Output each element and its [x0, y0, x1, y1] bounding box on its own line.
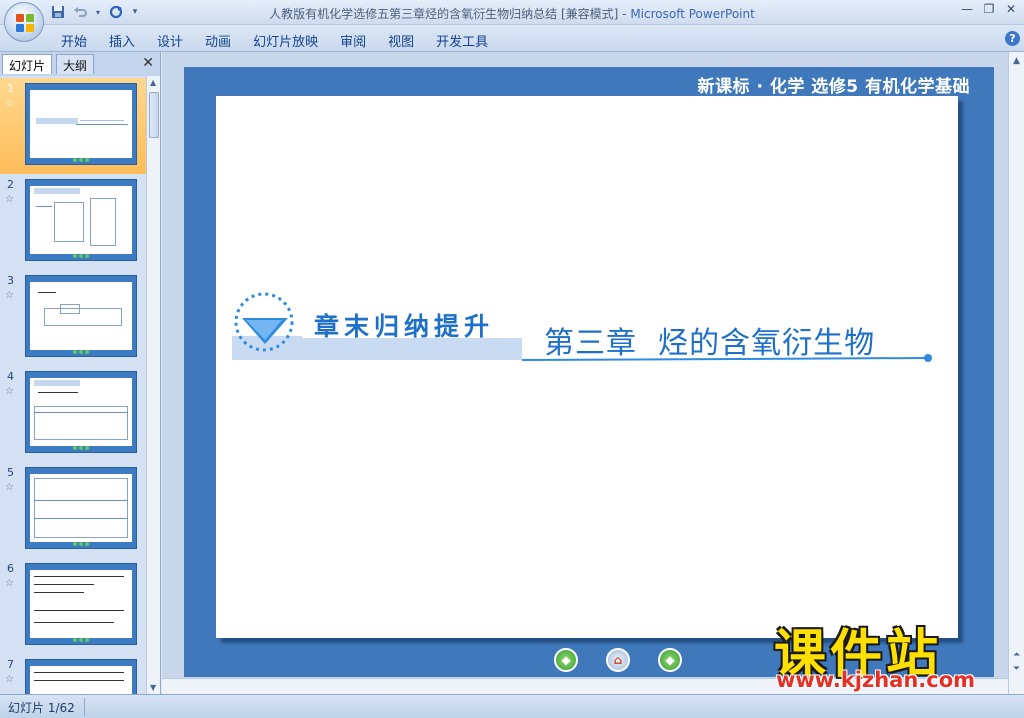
title-separator: -	[618, 7, 631, 21]
slide-preview	[25, 659, 137, 694]
close-pane-icon[interactable]: ✕	[142, 55, 154, 71]
title-bar: ▾ ▾ 人教版有机化学选修五第三章烃的含氧衍生物归纳总结 [兼容模式] - Mi…	[0, 0, 1024, 25]
scroll-up-icon[interactable]: ▲	[1013, 56, 1020, 66]
tab-design[interactable]: 设计	[146, 29, 194, 52]
slide-number: 6	[7, 562, 14, 575]
slide-number: 2	[7, 178, 14, 191]
office-button[interactable]	[4, 2, 44, 42]
slide-preview	[25, 83, 137, 165]
slide-thumbnail-3[interactable]: 3 ☆	[0, 270, 146, 366]
powerpoint-window: ▾ ▾ 人教版有机化学选修五第三章烃的含氧衍生物归纳总结 [兼容模式] - Mi…	[0, 0, 1024, 718]
tab-insert[interactable]: 插入	[98, 29, 146, 52]
slide-thumbnail-7[interactable]: 7 ☆	[0, 654, 146, 694]
tab-slides[interactable]: 幻灯片	[2, 54, 53, 74]
office-logo-icon	[16, 14, 34, 32]
slide-preview	[25, 563, 137, 645]
scroll-down-icon[interactable]: ▼	[150, 683, 156, 692]
restore-icon[interactable]: ❐	[982, 2, 996, 16]
watermark-url: www.kjzhan.com	[776, 668, 976, 692]
close-icon[interactable]: ✕	[1004, 2, 1018, 16]
next-icon[interactable]: ◆	[658, 648, 682, 672]
tab-view[interactable]: 视图	[377, 29, 425, 52]
scroll-up-icon[interactable]: ▲	[150, 78, 156, 87]
ribbon-tabs: 开始 插入 设计 动画 幻灯片放映 审阅 视图 开发工具	[50, 29, 499, 52]
slide-canvas: 章末归纳提升 第三章 烃的含氧衍生物	[216, 96, 958, 638]
window-title: 人教版有机化学选修五第三章烃的含氧衍生物归纳总结 [兼容模式] - Micros…	[0, 5, 1024, 22]
chapter-title: 第三章 烃的含氧衍生物	[544, 326, 876, 361]
pane-tabs: 幻灯片 大纲 ✕	[2, 54, 158, 74]
scroll-thumb[interactable]	[149, 92, 159, 138]
home-icon[interactable]: ⌂	[606, 648, 630, 672]
slide-number: 1	[7, 82, 14, 95]
editor-vertical-scrollbar[interactable]: ▲ ⏶ ⏷	[1008, 52, 1024, 694]
slide-number: 3	[7, 274, 14, 287]
tab-outline[interactable]: 大纲	[56, 54, 95, 74]
slide-number: 4	[7, 370, 14, 383]
slides-pane: 幻灯片 大纲 ✕ 1 ☆ 2 ☆ 3 ☆ 4 ☆ 5 ☆ 6 ☆ 7 ☆ ▲ ▼	[0, 52, 161, 694]
slide-thumbnail-2[interactable]: 2 ☆	[0, 174, 146, 270]
document-title: 人教版有机化学选修五第三章烃的含氧衍生物归纳总结 [兼容模式]	[269, 7, 619, 21]
slide-editor: 新课标 · 化学 选修5 有机化学基础 章末归纳提升 第三章 烃的含氧衍生物 ◆…	[162, 52, 1008, 694]
previous-slide-icon[interactable]: ⏶	[1013, 650, 1020, 660]
slide-header: 新课标 · 化学 选修5 有机化学基础	[697, 77, 970, 97]
slide-thumbnail-6[interactable]: 6 ☆	[0, 558, 146, 654]
ribbon-tab-bar: 开始 插入 设计 动画 幻灯片放映 审阅 视图 开发工具 ?	[0, 25, 1024, 52]
help-icon[interactable]: ?	[1005, 31, 1020, 46]
tab-review[interactable]: 审阅	[329, 29, 377, 52]
previous-icon[interactable]: ◆	[554, 648, 578, 672]
slide-preview	[25, 371, 137, 453]
chapter-label: 章末归纳提升	[314, 312, 495, 341]
next-slide-icon[interactable]: ⏷	[1013, 664, 1020, 674]
slide-thumbnail-5[interactable]: 5 ☆	[0, 462, 146, 558]
tab-home[interactable]: 开始	[50, 29, 98, 52]
status-bar: 幻灯片 1/62	[0, 694, 1024, 718]
slide-preview	[25, 179, 137, 261]
watermark-logo: 课件站 www.kjzhan.com	[770, 612, 1010, 692]
tab-developer[interactable]: 开发工具	[425, 29, 499, 52]
window-controls: — ❐ ✕	[960, 2, 1018, 16]
animation-star-icon: ☆	[5, 98, 14, 109]
animation-star-icon: ☆	[5, 386, 14, 397]
slide-number: 5	[7, 466, 14, 479]
minimize-icon[interactable]: —	[960, 2, 974, 16]
slide-thumbnail-4[interactable]: 4 ☆	[0, 366, 146, 462]
thumbnail-scrollbar[interactable]: ▲ ▼	[146, 76, 160, 694]
animation-star-icon: ☆	[5, 674, 14, 685]
application-name: Microsoft PowerPoint	[630, 7, 755, 21]
chapter-banner	[232, 292, 932, 362]
slide-counter: 幻灯片 1/62	[8, 701, 75, 715]
slide-number: 7	[7, 658, 14, 671]
slide-thumbnail-1[interactable]: 1 ☆	[0, 78, 146, 174]
tab-slide-show[interactable]: 幻灯片放映	[242, 29, 329, 52]
status-divider	[84, 698, 85, 716]
animation-star-icon: ☆	[5, 194, 14, 205]
slide-preview	[25, 275, 137, 357]
slide-preview	[25, 467, 137, 549]
current-slide[interactable]: 新课标 · 化学 选修5 有机化学基础 章末归纳提升 第三章 烃的含氧衍生物 ◆…	[184, 67, 994, 677]
animation-star-icon: ☆	[5, 482, 14, 493]
thumbnail-list: 1 ☆ 2 ☆ 3 ☆ 4 ☆ 5 ☆ 6 ☆ 7 ☆	[0, 76, 146, 694]
animation-star-icon: ☆	[5, 290, 14, 301]
tab-animations[interactable]: 动画	[194, 29, 242, 52]
animation-star-icon: ☆	[5, 578, 14, 589]
